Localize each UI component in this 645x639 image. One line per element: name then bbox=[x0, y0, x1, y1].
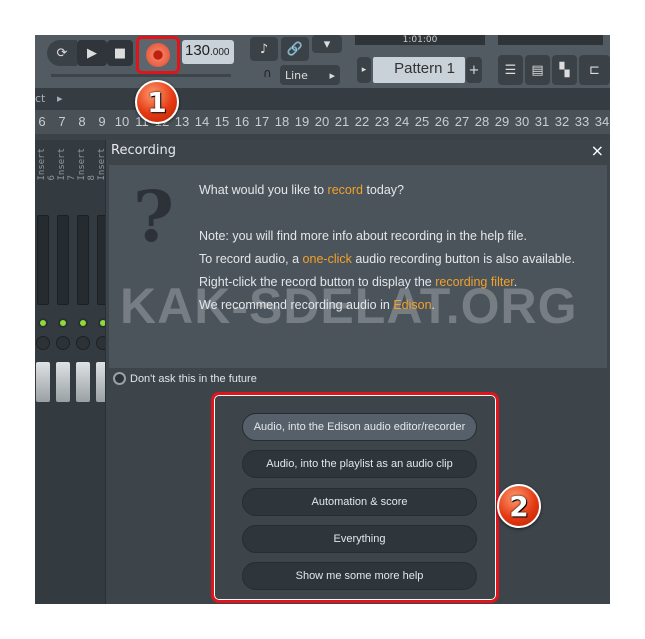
loop-button[interactable]: ⟳ bbox=[47, 40, 77, 66]
bar-number: 24 bbox=[394, 114, 410, 129]
bar-number: 21 bbox=[334, 114, 350, 129]
note-line-2: To record audio, a one-click audio recor… bbox=[199, 252, 575, 266]
one-click-link[interactable]: one-click bbox=[303, 252, 352, 266]
message-panel: ? KAK-SDELAT.ORG What would you like to … bbox=[109, 165, 607, 368]
bar-number: 28 bbox=[474, 114, 490, 129]
bar-number: 6 bbox=[38, 114, 46, 129]
mixer-strips: Insert 6Insert 7Insert 8Insert 9 bbox=[35, 140, 117, 604]
insert-label: Insert 6 bbox=[37, 148, 57, 181]
tempo-value: 130 bbox=[185, 42, 211, 59]
record-icon bbox=[146, 43, 170, 67]
bar-number: 22 bbox=[354, 114, 370, 129]
link-icon[interactable]: 🔗 bbox=[281, 37, 309, 61]
annotation-highlight-box bbox=[211, 392, 499, 603]
record-link[interactable]: record bbox=[328, 183, 363, 197]
arrow-right-icon[interactable]: ▸ bbox=[57, 92, 63, 105]
volume-fader[interactable] bbox=[76, 362, 90, 402]
pattern-selector[interactable]: Pattern 1 bbox=[373, 57, 465, 83]
mute-led[interactable] bbox=[58, 318, 68, 328]
bar-number: 23 bbox=[374, 114, 390, 129]
bar-number: 14 bbox=[194, 114, 210, 129]
question-text: What would you like to record today? bbox=[199, 183, 404, 197]
bar-number: 15 bbox=[214, 114, 230, 129]
bar-number: 16 bbox=[234, 114, 250, 129]
dialog-title: Recording bbox=[111, 143, 177, 158]
dont-ask-checkbox[interactable]: Don't ask this in the future bbox=[113, 372, 257, 385]
recording-filter-link[interactable]: recording filter bbox=[435, 275, 514, 289]
close-icon[interactable]: × bbox=[591, 141, 604, 160]
level-meter bbox=[57, 215, 69, 305]
playlist-icon[interactable]: ☰ bbox=[498, 55, 523, 85]
hint-bar bbox=[498, 35, 603, 45]
bar-number: 34 bbox=[594, 114, 610, 129]
bar-number: 8 bbox=[78, 114, 86, 129]
pan-knob[interactable] bbox=[56, 336, 70, 350]
toolbar: ⟳ ▶ ■ 130.000 ♪ 🔗 ▾ ∩ Line ▸ 1:01:00 ▸ Pa… bbox=[35, 35, 610, 88]
bar-number: 26 bbox=[434, 114, 450, 129]
volume-fader[interactable] bbox=[56, 362, 70, 402]
bar-number: 18 bbox=[274, 114, 290, 129]
insert-label: Insert 8 bbox=[77, 148, 97, 181]
pan-knob[interactable] bbox=[36, 336, 50, 350]
radio-icon bbox=[113, 372, 126, 385]
play-button[interactable]: ▶ bbox=[77, 40, 107, 66]
master-slider[interactable] bbox=[51, 74, 231, 77]
bar-number: 10 bbox=[114, 114, 130, 129]
bar-number: 19 bbox=[294, 114, 310, 129]
volume-fader[interactable] bbox=[36, 362, 50, 402]
level-meter bbox=[77, 215, 89, 305]
question-icon: ? bbox=[133, 175, 175, 258]
add-pattern-button[interactable]: + bbox=[466, 57, 482, 83]
time-display: 1:01:00 bbox=[355, 35, 485, 45]
annotation-badge-2: 2 bbox=[497, 484, 541, 528]
headphones-icon: ∩ bbox=[263, 66, 272, 80]
bar-number: 27 bbox=[454, 114, 470, 129]
tempo-field[interactable]: 130.000 bbox=[182, 40, 234, 64]
bar-number: 29 bbox=[494, 114, 510, 129]
insert-label: Insert 7 bbox=[57, 148, 77, 181]
pattern-prev-button[interactable]: ▸ bbox=[357, 57, 371, 83]
bar-number: 9 bbox=[98, 114, 106, 129]
channel-rack-icon[interactable]: ▤ bbox=[525, 55, 550, 85]
typing-keyboard-button[interactable]: ♪ bbox=[250, 37, 278, 61]
piano-roll-icon[interactable]: ▚ bbox=[552, 55, 577, 85]
browser-icon[interactable]: ⊏ bbox=[579, 55, 610, 85]
level-meter bbox=[37, 215, 49, 305]
bar-number: 33 bbox=[574, 114, 590, 129]
bar-number: 31 bbox=[534, 114, 550, 129]
bar-number: 20 bbox=[314, 114, 330, 129]
bar-number: 13 bbox=[174, 114, 190, 129]
line-select[interactable]: Line ▸ bbox=[280, 65, 340, 85]
bar-number: 7 bbox=[58, 114, 66, 129]
bar-number: 32 bbox=[554, 114, 570, 129]
timeline-ruler[interactable]: 6789101112131415161718192021222324252627… bbox=[35, 110, 610, 134]
bar-number: 17 bbox=[254, 114, 270, 129]
playlist-header: ct ▸ bbox=[35, 88, 610, 110]
record-button[interactable] bbox=[136, 36, 180, 74]
edison-link[interactable]: Edison bbox=[393, 298, 431, 312]
mute-led[interactable] bbox=[78, 318, 88, 328]
dialog-header: Recording × bbox=[106, 140, 610, 163]
bar-number: 25 bbox=[414, 114, 430, 129]
annotation-badge-1: 1 bbox=[135, 80, 179, 124]
bar-number: 30 bbox=[514, 114, 530, 129]
pan-knob[interactable] bbox=[76, 336, 90, 350]
note-line-1: Note: you will find more info about reco… bbox=[199, 229, 527, 243]
playlist-label: ct bbox=[35, 92, 46, 105]
dont-ask-label: Don't ask this in the future bbox=[130, 372, 257, 385]
note-line-3: Right-click the record button to display… bbox=[199, 275, 518, 289]
tempo-decimals: .000 bbox=[210, 47, 230, 58]
menu-dropdown-button[interactable]: ▾ bbox=[312, 35, 342, 53]
line-mode-value: Line bbox=[285, 68, 308, 82]
note-line-4: We recommend recording audio in Edison. bbox=[199, 298, 436, 312]
stop-button[interactable]: ■ bbox=[107, 40, 133, 66]
mute-led[interactable] bbox=[38, 318, 48, 328]
